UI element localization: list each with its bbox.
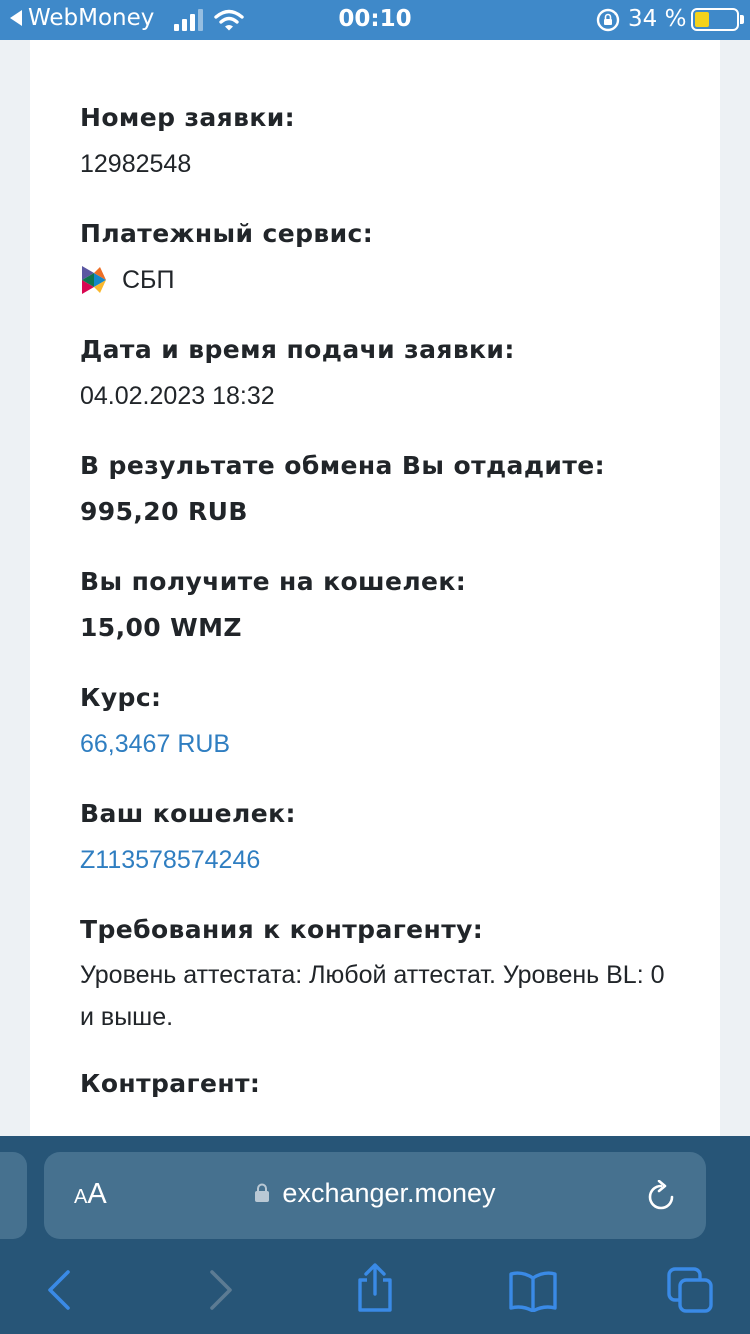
tabs-icon[interactable] — [666, 1266, 714, 1314]
share-icon[interactable] — [354, 1262, 396, 1314]
lock-icon — [255, 1183, 270, 1202]
orientation-lock-icon — [596, 8, 620, 32]
order-number-label: Номер заявки: — [80, 103, 296, 132]
wallet-label: Ваш кошелек: — [80, 799, 296, 828]
url-display[interactable]: exchanger.money — [44, 1177, 706, 1209]
counterparty-requirements-value: Уровень аттестата: Любой аттестат. Урове… — [80, 961, 665, 1031]
payment-service-field: Платежный сервис: СБП — [80, 218, 680, 296]
give-amount-label: В результате обмена Вы отдадите: — [80, 451, 605, 480]
wallet-link[interactable]: Z113578574246 — [80, 844, 680, 876]
order-number-value: 12982548 — [80, 150, 192, 178]
battery-icon — [691, 8, 739, 31]
url-text: exchanger.money — [282, 1178, 496, 1208]
battery-tip — [740, 15, 744, 24]
order-number-field: Номер заявки: 12982548 — [80, 102, 680, 180]
date-time-field: Дата и время подачи заявки: 04.02.2023 1… — [80, 334, 680, 412]
counterparty-requirements-label: Требования к контрагенту: — [80, 915, 484, 944]
wallet-field: Ваш кошелек: Z113578574246 — [80, 798, 680, 876]
order-details-card: Номер заявки: 12982548 Платежный сервис:… — [30, 40, 720, 1136]
date-time-label: Дата и время подачи заявки: — [80, 335, 515, 364]
counterparty-requirements-field: Требования к контрагенту: Уровень аттест… — [80, 914, 680, 1038]
address-bar[interactable]: AA exchanger.money — [44, 1152, 706, 1239]
battery-percent: 34 % — [628, 6, 687, 32]
payment-service-label: Платежный сервис: — [80, 219, 374, 248]
battery-level-fill — [695, 12, 709, 27]
rate-link[interactable]: 66,3467 RUB — [80, 728, 680, 760]
give-amount-field: В результате обмена Вы отдадите: 995,20 … — [80, 450, 680, 528]
browser-bottom-bar: AA exchanger.money — [0, 1136, 750, 1334]
payment-service-row: СБП — [80, 264, 680, 296]
rate-field: Курс: 66,3467 RUB — [80, 682, 680, 760]
previous-tab-preview[interactable] — [0, 1152, 27, 1239]
reload-icon[interactable] — [644, 1180, 678, 1214]
rate-label: Курс: — [80, 683, 162, 712]
sbp-logo-icon — [82, 266, 106, 294]
give-amount-value: 995,20 RUB — [80, 497, 248, 526]
receive-amount-label: Вы получите на кошелек: — [80, 567, 467, 596]
date-time-value: 04.02.2023 18:32 — [80, 382, 275, 410]
counterparty-label: Контрагент: — [80, 1069, 261, 1098]
receive-amount-value: 15,00 WMZ — [80, 613, 242, 642]
counterparty-field: Контрагент: — [80, 1068, 680, 1100]
bookmarks-icon[interactable] — [508, 1270, 558, 1312]
receive-amount-field: Вы получите на кошелек: 15,00 WMZ — [80, 566, 680, 644]
back-icon[interactable] — [44, 1268, 74, 1312]
payment-service-value: СБП — [122, 266, 175, 294]
status-bar: WebMoney 00:10 34 % — [0, 0, 750, 40]
forward-icon[interactable] — [206, 1268, 236, 1312]
